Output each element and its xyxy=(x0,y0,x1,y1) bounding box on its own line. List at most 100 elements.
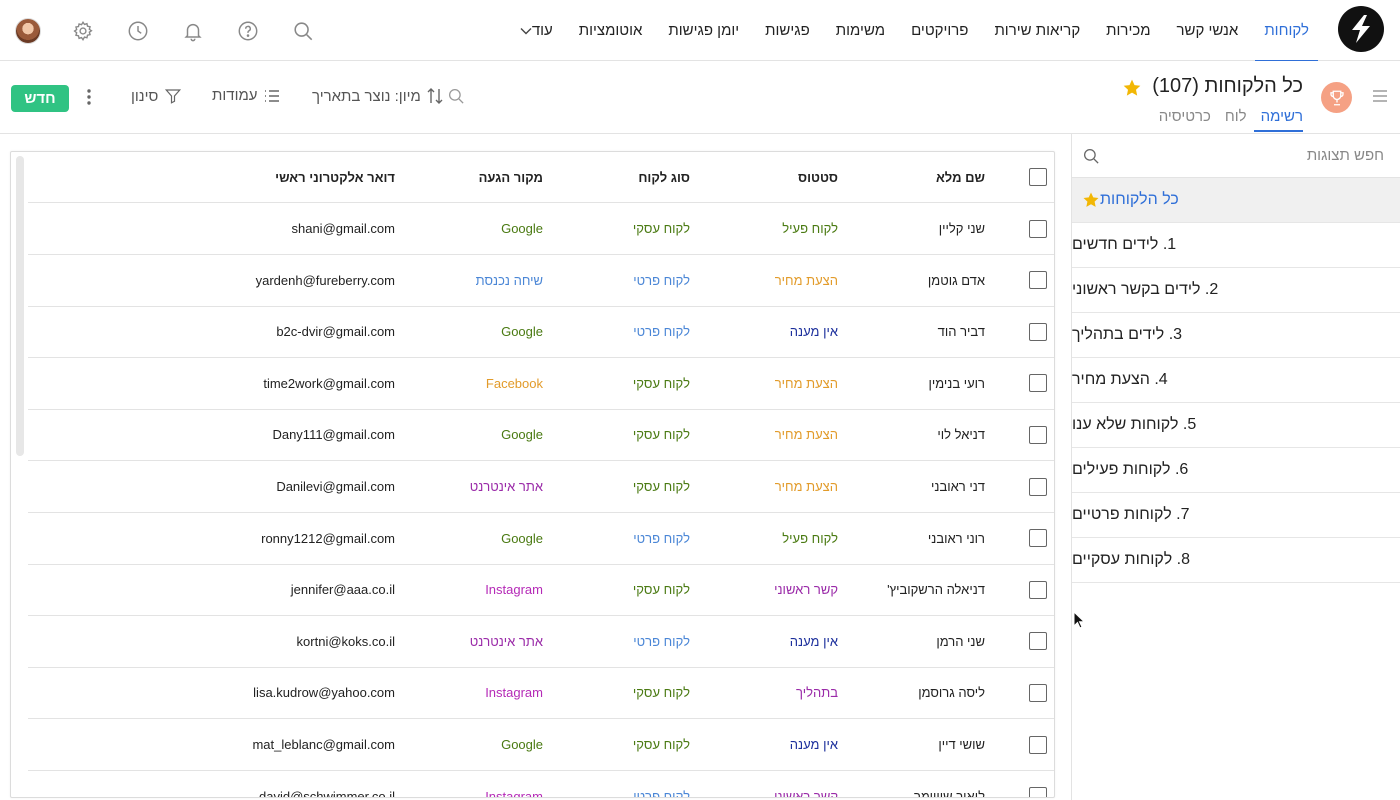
chevron-down-icon xyxy=(520,27,532,35)
view-tab-1[interactable]: לוח xyxy=(1218,108,1254,130)
table-row[interactable]: שני הרמן אין מענה לקוח פרטי אתר אינטרנט kort… xyxy=(28,616,1054,668)
table-row[interactable]: רוני ראובני לקוח פעיל לקוח פרטי Google ronny… xyxy=(28,513,1054,565)
sidebar-view-item[interactable]: 5. לקוחות שלא ענו xyxy=(1072,403,1400,448)
sidebar-view-item[interactable]: 4. הצעת מחיר xyxy=(1072,358,1400,403)
cell-name[interactable]: ליאור שוויימר xyxy=(855,771,985,797)
sidebar-view-item[interactable]: 2. לידים בקשר ראשוני xyxy=(1072,268,1400,313)
views-sidebar: כל הלקוחות 1. לידים חדשים 2. לידים בקשר רא… xyxy=(1071,134,1400,800)
row-checkbox[interactable] xyxy=(1029,271,1047,290)
column-header[interactable]: מקור הגעה xyxy=(393,152,543,202)
row-checkbox[interactable] xyxy=(1029,219,1047,238)
sidebar-view-label: 1. לידים חדשים xyxy=(1072,236,1177,253)
new-record-button[interactable]: חדש xyxy=(11,85,69,112)
row-select-cell xyxy=(1029,409,1047,460)
row-checkbox[interactable] xyxy=(1029,735,1047,754)
global-search-button[interactable] xyxy=(275,0,330,61)
cell-email[interactable]: jennifer@aaa.co.il xyxy=(65,564,395,615)
nav-item-2[interactable]: מכירות xyxy=(1093,0,1163,61)
table-row[interactable]: ליסה גרוסמן בתהליך לקוח עסקי Instagram lisa.… xyxy=(28,667,1054,720)
sidebar-view-item[interactable]: 3. לידים בתהליך xyxy=(1072,313,1400,358)
avatar-button[interactable] xyxy=(0,0,55,61)
cell-name[interactable]: דניאל לוי xyxy=(855,409,985,460)
search-icon[interactable] xyxy=(1082,147,1100,165)
table-row[interactable]: ליאור שוויימר קשר ראשוני לקוח פרטי Instagra… xyxy=(28,771,1054,797)
view-tab-0[interactable]: רשימה xyxy=(1253,108,1304,132)
column-header[interactable]: סטטוס xyxy=(698,152,838,202)
nav-item-7[interactable]: יומן פגישות xyxy=(655,0,752,61)
search-table-button[interactable] xyxy=(447,87,465,105)
row-checkbox[interactable] xyxy=(1029,374,1047,393)
cell-email[interactable]: yardenh@fureberry.com xyxy=(65,255,395,306)
row-select-cell xyxy=(1029,255,1047,306)
row-checkbox[interactable] xyxy=(1029,683,1047,702)
nav-item-5[interactable]: משימות xyxy=(823,0,898,61)
cell-name[interactable]: שני הרמן xyxy=(855,616,985,667)
row-checkbox[interactable] xyxy=(1029,529,1047,548)
table-row[interactable]: דביר הוד אין מענה לקוח פרטי Google b2c-dvir@… xyxy=(28,306,1054,359)
table-row[interactable]: שני קליין לקוח פעיל לקוח עסקי Google shani@g… xyxy=(28,203,1054,255)
more-options-icon[interactable] xyxy=(86,88,92,111)
cell-email[interactable]: ronny1212@gmail.com xyxy=(65,513,395,564)
cell-email[interactable]: time2work@gmail.com xyxy=(65,358,395,409)
nav-item-1[interactable]: אנשי קשר xyxy=(1164,0,1252,61)
cell-name[interactable]: רועי בנימין xyxy=(855,358,985,409)
table-row[interactable]: אדם גוטמן הצעת מחיר לקוח פרטי שיחה נכנסת yar… xyxy=(28,255,1054,307)
sort-button[interactable]: מיון: נוצר בתאריך xyxy=(312,87,443,105)
cell-email[interactable]: shani@gmail.com xyxy=(65,203,395,254)
row-checkbox[interactable] xyxy=(1029,425,1047,444)
cell-email[interactable]: mat_leblanc@gmail.com xyxy=(65,719,395,770)
nav-item-3[interactable]: קריאות שירות xyxy=(981,0,1093,61)
column-header[interactable]: שם מלא xyxy=(855,152,985,202)
cell-email[interactable]: kortni@koks.co.il xyxy=(65,616,395,667)
favorite-star-icon[interactable] xyxy=(1122,78,1142,103)
row-checkbox[interactable] xyxy=(1029,477,1047,496)
sidebar-view-item[interactable]: 8. לקוחות עסקיים xyxy=(1072,538,1400,583)
nav-item-4[interactable]: פרויקטים xyxy=(898,0,981,61)
table-row[interactable]: דניאל לוי הצעת מחיר לקוח עסקי Google Dany111… xyxy=(28,409,1054,462)
row-checkbox[interactable] xyxy=(1029,322,1047,341)
cell-name[interactable]: אדם גוטמן xyxy=(855,255,985,306)
cell-email[interactable]: Dany111@gmail.com xyxy=(65,409,395,460)
table-row[interactable]: רועי בנימין הצעת מחיר לקוח עסקי Facebook tim… xyxy=(28,358,1054,410)
view-tab-2[interactable]: כרטיסיה xyxy=(1152,108,1218,130)
row-checkbox[interactable] xyxy=(1029,787,1047,797)
cell-email[interactable]: b2c-dvir@gmail.com xyxy=(65,306,395,357)
sidebar-view-item[interactable]: כל הלקוחות xyxy=(1072,178,1400,223)
column-header[interactable]: דואר אלקטרוני ראשי xyxy=(65,152,395,202)
cell-email[interactable]: Danilevi@gmail.com xyxy=(65,461,395,512)
history-button[interactable] xyxy=(110,0,165,61)
help-button[interactable] xyxy=(220,0,275,61)
cell-email[interactable]: david@schwimmer.co.il xyxy=(65,771,395,797)
table-row[interactable]: דניאלה הרשקוביץ' קשר ראשוני לקוח עסקי Insta… xyxy=(28,564,1054,617)
row-checkbox[interactable] xyxy=(1029,632,1047,651)
table-scrollbar[interactable] xyxy=(16,156,24,456)
sidebar-view-item[interactable]: 7. לקוחות פרטיים xyxy=(1072,493,1400,538)
notifications-button[interactable] xyxy=(165,0,220,61)
views-search-input[interactable] xyxy=(1100,134,1400,177)
sidebar-view-item[interactable]: 6. לקוחות פעילים xyxy=(1072,448,1400,493)
columns-button[interactable]: עמודות xyxy=(212,87,280,104)
cell-name[interactable]: דניאלה הרשקוביץ' xyxy=(855,564,985,615)
settings-button[interactable] xyxy=(55,0,110,61)
hamburger-icon[interactable] xyxy=(1372,89,1388,108)
nav-item-8[interactable]: אוטומציות xyxy=(566,0,656,61)
cell-name[interactable]: דני ראובני xyxy=(855,461,985,512)
nav-item-6[interactable]: פגישות xyxy=(752,0,823,61)
nav-item-0[interactable]: לקוחות xyxy=(1251,0,1322,62)
table-row[interactable]: דני ראובני הצעת מחיר לקוח עסקי אתר אינטרנט D… xyxy=(28,461,1054,513)
app-logo[interactable] xyxy=(1338,6,1384,52)
nav-item-9[interactable]: עוד xyxy=(501,0,566,61)
cell-email[interactable]: lisa.kudrow@yahoo.com xyxy=(65,667,395,718)
sidebar-view-item[interactable]: 1. לידים חדשים xyxy=(1072,223,1400,268)
cell-name[interactable]: שושי דיין xyxy=(855,719,985,770)
cell-name[interactable]: שני קליין xyxy=(855,203,985,254)
column-header[interactable]: סוג לקוח xyxy=(550,152,690,202)
table-row[interactable]: שושי דיין אין מענה לקוח עסקי Google mat_lebl… xyxy=(28,719,1054,771)
filter-button[interactable]: סינון xyxy=(131,87,182,105)
row-checkbox[interactable] xyxy=(1029,168,1047,186)
cell-type: לקוח עסקי xyxy=(632,737,690,752)
row-checkbox[interactable] xyxy=(1029,580,1047,599)
cell-name[interactable]: רוני ראובני xyxy=(855,513,985,564)
cell-name[interactable]: דביר הוד xyxy=(855,306,985,357)
cell-name[interactable]: ליסה גרוסמן xyxy=(855,667,985,718)
